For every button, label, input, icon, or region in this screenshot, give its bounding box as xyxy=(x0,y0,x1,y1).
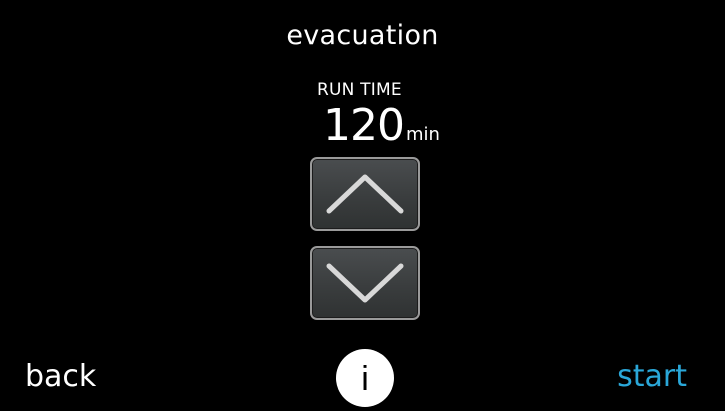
run-time-unit: min xyxy=(405,124,440,145)
chevron-down-icon xyxy=(326,263,404,303)
info-button[interactable]: i xyxy=(336,349,394,407)
run-time-label: RUN TIME xyxy=(317,80,402,100)
run-time-value: 120 xyxy=(323,100,405,151)
back-button[interactable]: back xyxy=(25,357,96,397)
thermostat-screen: evacuation RUN TIME 120 min back i start xyxy=(0,0,725,411)
increase-button[interactable] xyxy=(310,157,420,231)
page-title: evacuation xyxy=(286,20,439,51)
run-time-value-display: 120 min xyxy=(323,100,440,152)
info-icon: i xyxy=(361,360,369,398)
start-button[interactable]: start xyxy=(617,357,687,397)
decrease-button[interactable] xyxy=(310,246,420,320)
chevron-up-icon xyxy=(326,174,404,214)
